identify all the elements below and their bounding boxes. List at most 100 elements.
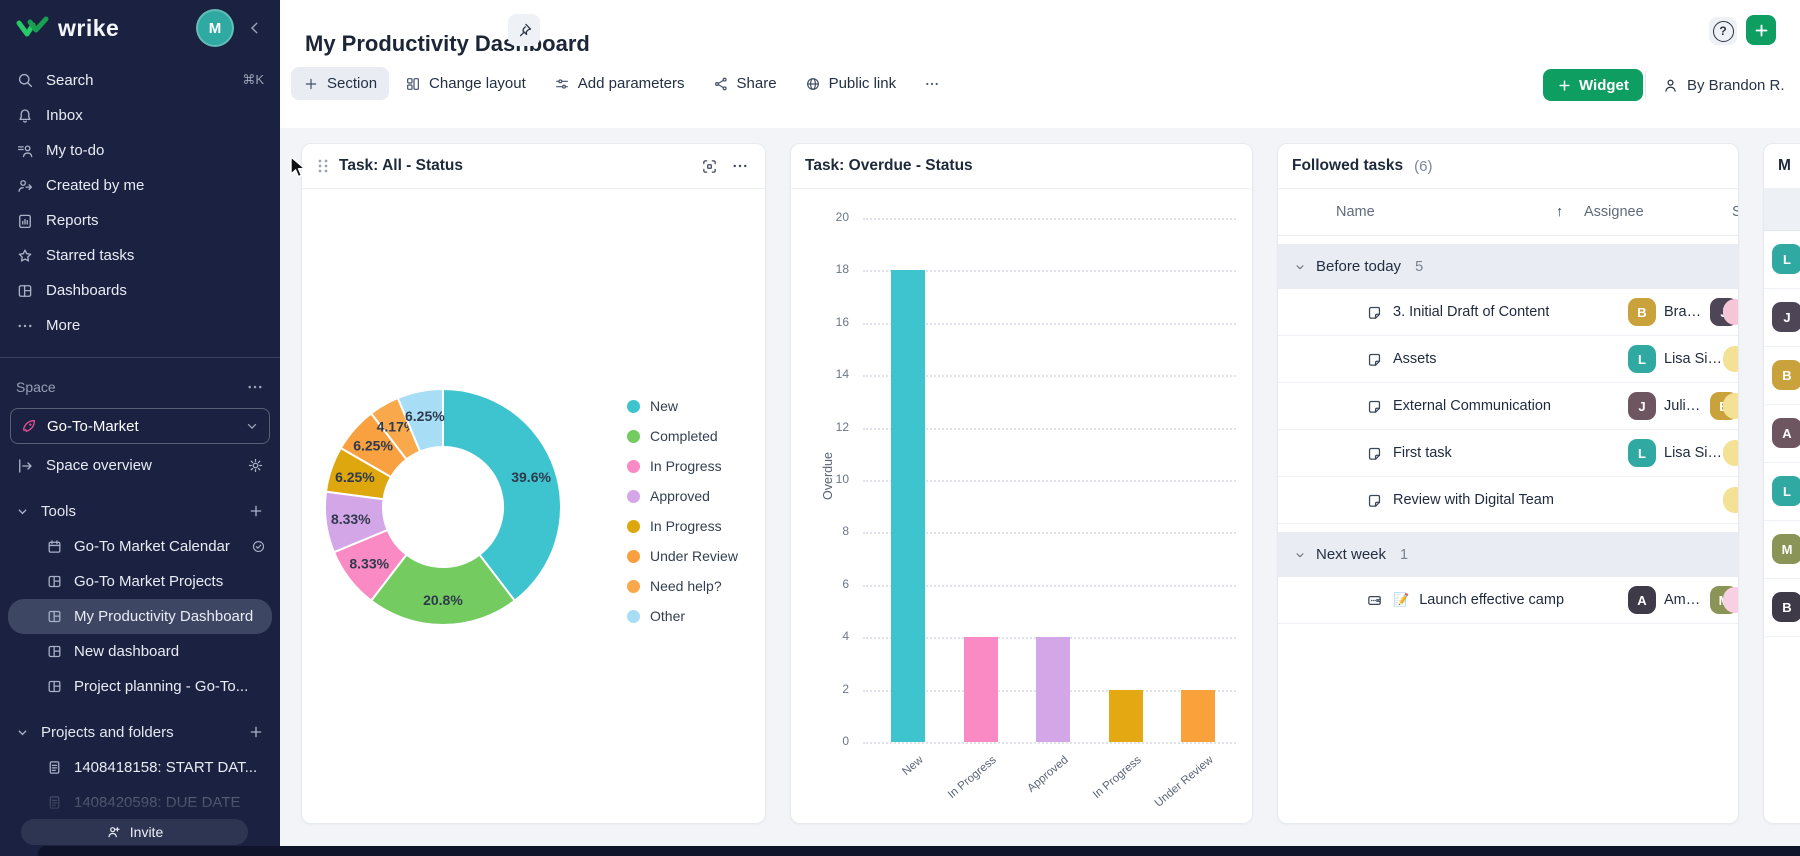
- pin-icon[interactable]: [508, 14, 540, 46]
- task-row[interactable]: 3. Initial Draft of Content BBran...J: [1278, 289, 1738, 336]
- add-widget-button[interactable]: Widget: [1543, 69, 1643, 101]
- sidebar-search[interactable]: Search ⌘K: [0, 62, 280, 98]
- assignee-avatar: M: [1772, 534, 1800, 564]
- dashboard-icon: [46, 608, 63, 625]
- widget-title: Task: All - Status: [339, 157, 463, 175]
- peek-table-header: [1764, 188, 1800, 231]
- legend-dot: [627, 550, 640, 563]
- legend-item-4[interactable]: In Progress: [627, 511, 738, 541]
- sidebar-project-1[interactable]: 1408420598: DUE DATE: [0, 785, 280, 820]
- invite-button[interactable]: Invite: [21, 819, 248, 845]
- space-selector[interactable]: Go-To-Market: [10, 408, 270, 444]
- doc-icon: [46, 759, 63, 776]
- sort-ascending-icon[interactable]: ↑: [1556, 204, 1584, 220]
- peek-task-row[interactable]: J: [1764, 288, 1800, 347]
- space-overview-label: Space overview: [46, 457, 235, 474]
- gear-icon[interactable]: [247, 457, 264, 474]
- bar-4[interactable]: [1181, 690, 1215, 742]
- legend-item-7[interactable]: Other: [627, 601, 738, 631]
- status-badge: [1723, 299, 1738, 325]
- task-row[interactable]: 📝 Launch effective camp AAmy ...M: [1278, 577, 1738, 624]
- pie-slice-label: 8.33%: [331, 511, 371, 527]
- group-header-next-week[interactable]: Next week 1: [1278, 532, 1738, 577]
- bar-0[interactable]: [891, 270, 925, 742]
- sidebar-item-more[interactable]: More: [0, 308, 280, 343]
- help-button[interactable]: ?: [1709, 17, 1737, 45]
- toolbar-share-button[interactable]: Share: [701, 67, 789, 100]
- legend-item-3[interactable]: Approved: [627, 481, 738, 511]
- tools-group-header[interactable]: Tools: [0, 493, 280, 529]
- add-project-icon[interactable]: [248, 724, 264, 740]
- byline[interactable]: By Brandon R.: [1662, 69, 1785, 101]
- column-assignee[interactable]: Assignee: [1584, 204, 1732, 220]
- sidebar-project-0[interactable]: 1408418158: START DAT...: [0, 750, 280, 785]
- milestone-icon: [1366, 592, 1383, 609]
- pie-slice-label: 8.33%: [349, 556, 389, 572]
- task-emoji: 📝: [1393, 592, 1409, 608]
- sidebar-tool-4[interactable]: Project planning - Go-To...: [0, 669, 280, 704]
- widget-header: Task: All - Status: [302, 144, 765, 189]
- task-row[interactable]: Review with Digital Team: [1278, 477, 1738, 524]
- peek-task-row[interactable]: A: [1764, 404, 1800, 463]
- task-row[interactable]: First task LLisa Simp...: [1278, 430, 1738, 477]
- question-icon: ?: [1713, 21, 1734, 42]
- sidebar-tool-3[interactable]: New dashboard: [0, 634, 280, 669]
- legend-item-0[interactable]: New: [627, 391, 738, 421]
- sidebar-tool-0[interactable]: Go-To Market Calendar: [0, 529, 280, 564]
- y-tick-label: 12: [797, 420, 849, 434]
- space-more-icon[interactable]: [246, 378, 264, 396]
- sidebar-item-starred-tasks[interactable]: Starred tasks: [0, 238, 280, 273]
- legend-item-6[interactable]: Need help?: [627, 571, 738, 601]
- sidebar-item-dashboards[interactable]: Dashboards: [0, 273, 280, 308]
- group-header-before-today[interactable]: Before today 5: [1278, 244, 1738, 289]
- projects-list: 1408418158: START DAT... 1408420598: DUE…: [0, 750, 280, 820]
- focus-icon[interactable]: [699, 156, 720, 177]
- peek-task-row[interactable]: B: [1764, 346, 1800, 405]
- legend-item-5[interactable]: Under Review: [627, 541, 738, 571]
- sidebar-item-inbox[interactable]: Inbox: [0, 98, 280, 133]
- y-tick-label: 6: [797, 577, 849, 591]
- toolbar-change-layout-button[interactable]: Change layout: [393, 67, 538, 100]
- sidebar-item-created-by-me[interactable]: Created by me: [0, 168, 280, 203]
- toolbar-add-parameters-button[interactable]: Add parameters: [542, 67, 697, 100]
- sidebar-item-space-overview[interactable]: Space overview: [0, 448, 280, 483]
- toolbar-public-link-button[interactable]: Public link: [793, 67, 909, 100]
- sidebar-item-reports[interactable]: Reports: [0, 203, 280, 238]
- column-name[interactable]: Name: [1278, 204, 1556, 220]
- user-avatar[interactable]: M: [196, 9, 234, 47]
- widget-task-overdue-status: Task: Overdue - Status Overdue 024681012…: [790, 143, 1253, 824]
- task-icon: [1366, 492, 1383, 509]
- legend-item-2[interactable]: In Progress: [627, 451, 738, 481]
- drag-handle-icon[interactable]: [316, 158, 330, 174]
- peek-task-row[interactable]: M: [1764, 520, 1800, 579]
- projects-group-header[interactable]: Projects and folders: [0, 714, 280, 750]
- task-row[interactable]: External Communication JJulia ...B: [1278, 383, 1738, 430]
- peek-task-row[interactable]: L: [1764, 230, 1800, 289]
- collapse-sidebar-icon[interactable]: [242, 15, 268, 41]
- dashboard-toolbar: SectionChange layoutAdd parametersShareP…: [291, 67, 952, 100]
- bar-chart-area[interactable]: Overdue 02468101214161820NewIn ProgressA…: [791, 189, 1252, 825]
- pie-slice-label: 39.6%: [511, 469, 551, 485]
- add-tool-icon[interactable]: [248, 503, 264, 519]
- bar-1[interactable]: [964, 637, 998, 742]
- peek-task-row[interactable]: L: [1764, 462, 1800, 521]
- task-row[interactable]: Assets LLisa Simp...: [1278, 336, 1738, 383]
- layout-icon: [405, 76, 421, 92]
- toolbar-section-button[interactable]: Section: [291, 67, 389, 100]
- toolbar-more-button[interactable]: [912, 67, 952, 100]
- widget-header: Followed tasks (6): [1278, 144, 1738, 189]
- legend-item-1[interactable]: Completed: [627, 421, 738, 451]
- sidebar-tool-2[interactable]: My Productivity Dashboard: [8, 599, 272, 634]
- bar-2[interactable]: [1036, 637, 1070, 742]
- peek-task-row[interactable]: B: [1764, 578, 1800, 637]
- column-status-truncated[interactable]: S: [1732, 204, 1738, 220]
- bottom-strip: [38, 846, 1800, 856]
- report-icon: [16, 212, 34, 230]
- widget-menu-icon[interactable]: [729, 155, 751, 177]
- global-add-button[interactable]: [1746, 15, 1776, 45]
- chevron-down-icon: [245, 419, 259, 433]
- sidebar-tool-1[interactable]: Go-To Market Projects: [0, 564, 280, 599]
- bar-3[interactable]: [1109, 690, 1143, 742]
- pie-chart-area[interactable]: 39.6%20.8%8.33%8.33%6.25%6.25%4.17%6.25%…: [302, 189, 765, 825]
- sidebar-item-my-to-do[interactable]: My to-do: [0, 133, 280, 168]
